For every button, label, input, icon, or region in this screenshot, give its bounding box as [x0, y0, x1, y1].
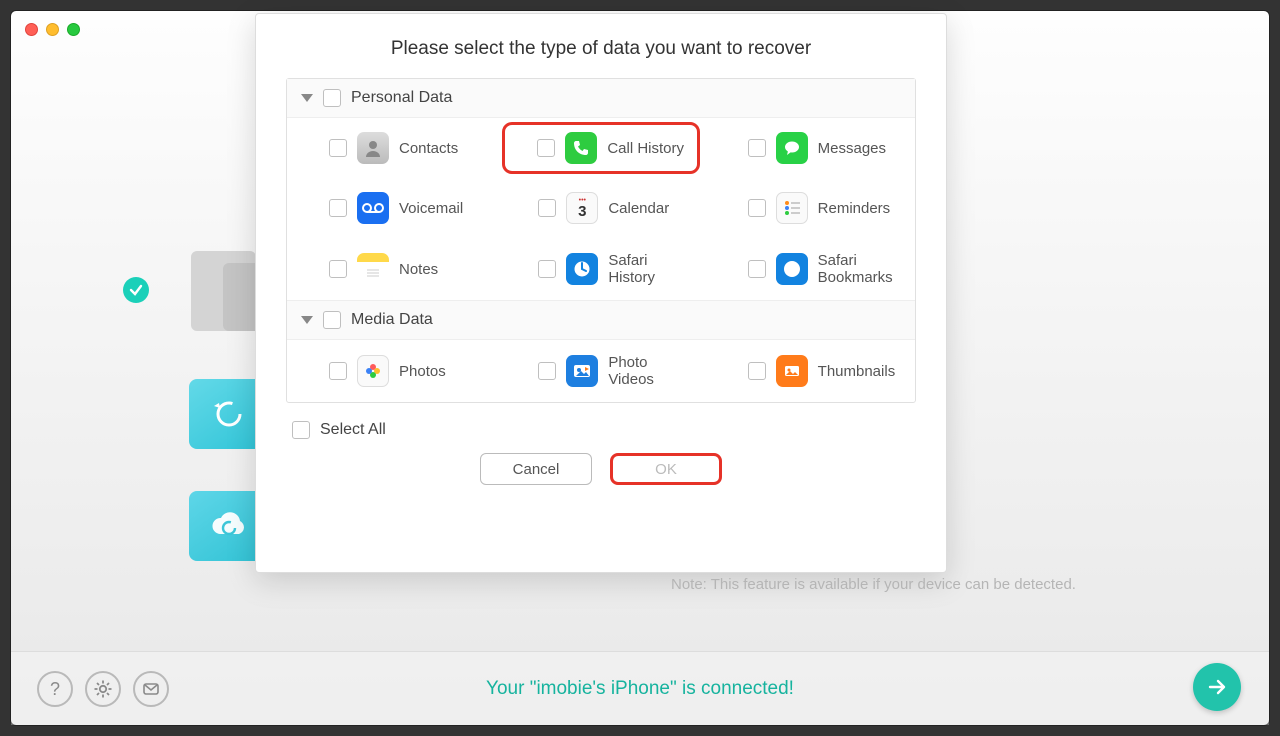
- modal-buttons: Cancel OK: [256, 443, 946, 503]
- item-label: Safari Bookmarks: [818, 252, 897, 286]
- item-photo-videos[interactable]: Photo Videos: [496, 340, 705, 402]
- calendar-icon: ••• 3: [566, 192, 598, 224]
- checkbox-thumbnails[interactable]: [748, 362, 766, 380]
- checkmark-icon: [123, 277, 149, 303]
- compass-bookmark-icon: [776, 253, 808, 285]
- item-label: Thumbnails: [818, 363, 896, 380]
- photos-icon: [357, 355, 389, 387]
- checkbox-media-all[interactable]: [323, 311, 341, 329]
- help-button[interactable]: ?: [37, 671, 73, 707]
- item-photos[interactable]: Photos: [287, 340, 496, 402]
- chevron-down-icon: [301, 316, 313, 324]
- checkbox-call-history[interactable]: [537, 139, 555, 157]
- item-label: Photos: [399, 363, 446, 380]
- refresh-icon: [212, 397, 246, 431]
- item-thumbnails[interactable]: Thumbnails: [706, 340, 915, 402]
- data-type-modal: Please select the type of data you want …: [255, 13, 947, 573]
- cloud-refresh-icon: [208, 512, 250, 540]
- item-label: Messages: [818, 140, 886, 157]
- arrow-right-icon: [1206, 676, 1228, 698]
- connection-status: Your "imobie's iPhone" is connected!: [486, 678, 794, 700]
- item-label: Contacts: [399, 140, 458, 157]
- maximize-window-button[interactable]: [67, 23, 80, 36]
- question-icon: ?: [50, 679, 60, 700]
- thumbnails-icon: [776, 355, 808, 387]
- item-contacts[interactable]: Contacts: [287, 118, 496, 178]
- item-voicemail[interactable]: Voicemail: [287, 178, 496, 238]
- checkbox-calendar[interactable]: [538, 199, 556, 217]
- messages-icon: [776, 132, 808, 164]
- checkbox-voicemail[interactable]: [329, 199, 347, 217]
- item-messages[interactable]: Messages: [706, 118, 915, 178]
- phone-icon: [565, 132, 597, 164]
- modal-title: Please select the type of data you want …: [256, 14, 946, 78]
- item-call-history[interactable]: Call History: [502, 122, 699, 174]
- checkbox-select-all[interactable]: [292, 421, 310, 439]
- compass-history-icon: [566, 253, 598, 285]
- voicemail-icon: [357, 192, 389, 224]
- minimize-window-button[interactable]: [46, 23, 59, 36]
- chevron-down-icon: [301, 94, 313, 102]
- item-label: Safari History: [608, 252, 687, 286]
- feedback-button[interactable]: [133, 671, 169, 707]
- item-calendar[interactable]: ••• 3 Calendar: [496, 178, 705, 238]
- checkbox-safari-bookmarks[interactable]: [748, 260, 766, 278]
- photo-video-icon: [566, 355, 598, 387]
- section-label: Media Data: [351, 311, 433, 329]
- app-window: Please select the type of data you want …: [10, 10, 1270, 726]
- item-label: Call History: [607, 140, 684, 157]
- section-header-media[interactable]: Media Data: [287, 300, 915, 340]
- window-traffic-lights: [25, 23, 80, 36]
- section-label: Personal Data: [351, 89, 452, 107]
- data-type-panel: Personal Data Contacts Call History: [286, 78, 916, 403]
- checkbox-contacts[interactable]: [329, 139, 347, 157]
- reminders-icon: [776, 192, 808, 224]
- checkbox-messages[interactable]: [748, 139, 766, 157]
- footer-bar: Your "imobie's iPhone" is connected!: [11, 651, 1269, 725]
- next-button[interactable]: [1193, 663, 1241, 711]
- item-label: Voicemail: [399, 200, 463, 217]
- checkbox-photos[interactable]: [329, 362, 347, 380]
- item-notes[interactable]: Notes: [287, 238, 496, 300]
- item-label: Reminders: [818, 200, 891, 217]
- item-label: Photo Videos: [608, 354, 687, 388]
- item-safari-bookmarks[interactable]: Safari Bookmarks: [706, 238, 915, 300]
- checkbox-personal-all[interactable]: [323, 89, 341, 107]
- step-indicator: [123, 277, 149, 303]
- gear-icon: [93, 679, 113, 699]
- checkbox-notes[interactable]: [329, 260, 347, 278]
- cancel-button[interactable]: Cancel: [480, 453, 592, 485]
- close-window-button[interactable]: [25, 23, 38, 36]
- feature-note: Note: This feature is available if your …: [671, 576, 1076, 593]
- select-all-row[interactable]: Select All: [256, 403, 946, 443]
- mail-icon: [142, 680, 160, 698]
- contacts-icon: [357, 132, 389, 164]
- checkbox-safari-history[interactable]: [538, 260, 556, 278]
- section-header-personal[interactable]: Personal Data: [287, 79, 915, 118]
- item-reminders[interactable]: Reminders: [706, 178, 915, 238]
- footer-toolbar: ?: [37, 671, 169, 707]
- personal-items-grid: Contacts Call History Messages: [287, 118, 915, 300]
- select-all-label: Select All: [320, 421, 386, 439]
- item-label: Notes: [399, 261, 438, 278]
- checkbox-reminders[interactable]: [748, 199, 766, 217]
- settings-button[interactable]: [85, 671, 121, 707]
- checkbox-photo-videos[interactable]: [538, 362, 556, 380]
- item-label: Calendar: [608, 200, 669, 217]
- ok-button[interactable]: OK: [610, 453, 722, 485]
- notes-icon: [357, 253, 389, 285]
- item-safari-history[interactable]: Safari History: [496, 238, 705, 300]
- media-items-grid: Photos Photo Videos Thumbnails: [287, 340, 915, 402]
